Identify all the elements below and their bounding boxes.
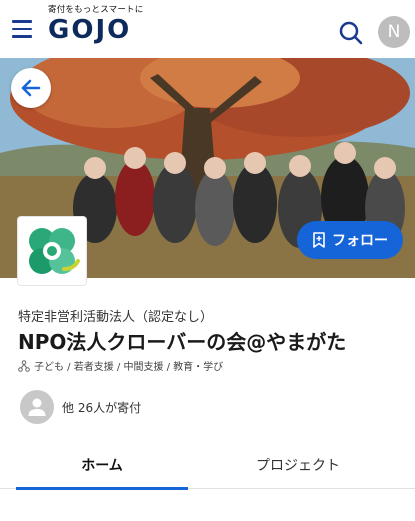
donor-summary[interactable]: 他 26人が寄付 <box>20 390 141 424</box>
tab-projects[interactable]: プロジェクト <box>212 453 384 489</box>
logo-text: GOJO <box>48 15 132 45</box>
tab-home-label: ホーム <box>81 458 123 474</box>
user-avatar[interactable]: N <box>378 16 410 48</box>
org-logo <box>17 216 87 286</box>
donor-count: 他 26人が寄付 <box>62 400 142 415</box>
org-name: NPO法人クローバーの会@やまがた <box>18 330 347 354</box>
active-tab-indicator <box>16 487 188 490</box>
search-icon[interactable] <box>338 20 364 46</box>
person-icon <box>28 398 46 416</box>
menu-icon[interactable] <box>12 20 34 40</box>
tab-home[interactable]: ホーム <box>16 453 188 490</box>
bookmark-plus-icon <box>313 232 325 248</box>
org-categories: 子ども / 若者支援 / 中間支援 / 教育・学び <box>18 358 223 373</box>
top-header: 寄付をもっとスマートに GOJO N <box>0 0 415 58</box>
logo[interactable]: 寄付をもっとスマートに GOJO <box>48 3 143 45</box>
network-icon <box>18 359 30 372</box>
arrow-left-icon <box>21 79 41 97</box>
follow-label: フォロー <box>332 233 388 249</box>
org-type: 特定非営利活動法人（認定なし） <box>18 310 214 325</box>
tab-bar: ホーム プロジェクト <box>0 453 415 490</box>
logo-tagline: 寄付をもっとスマートに <box>48 5 144 15</box>
tab-projects-label: プロジェクト <box>256 458 340 474</box>
back-button[interactable] <box>11 68 51 108</box>
donor-avatar <box>20 390 54 424</box>
follow-button[interactable]: フォロー <box>297 221 403 259</box>
org-categories-text: 子ども / 若者支援 / 中間支援 / 教育・学び <box>34 362 224 373</box>
clover-logo-icon <box>29 228 80 274</box>
